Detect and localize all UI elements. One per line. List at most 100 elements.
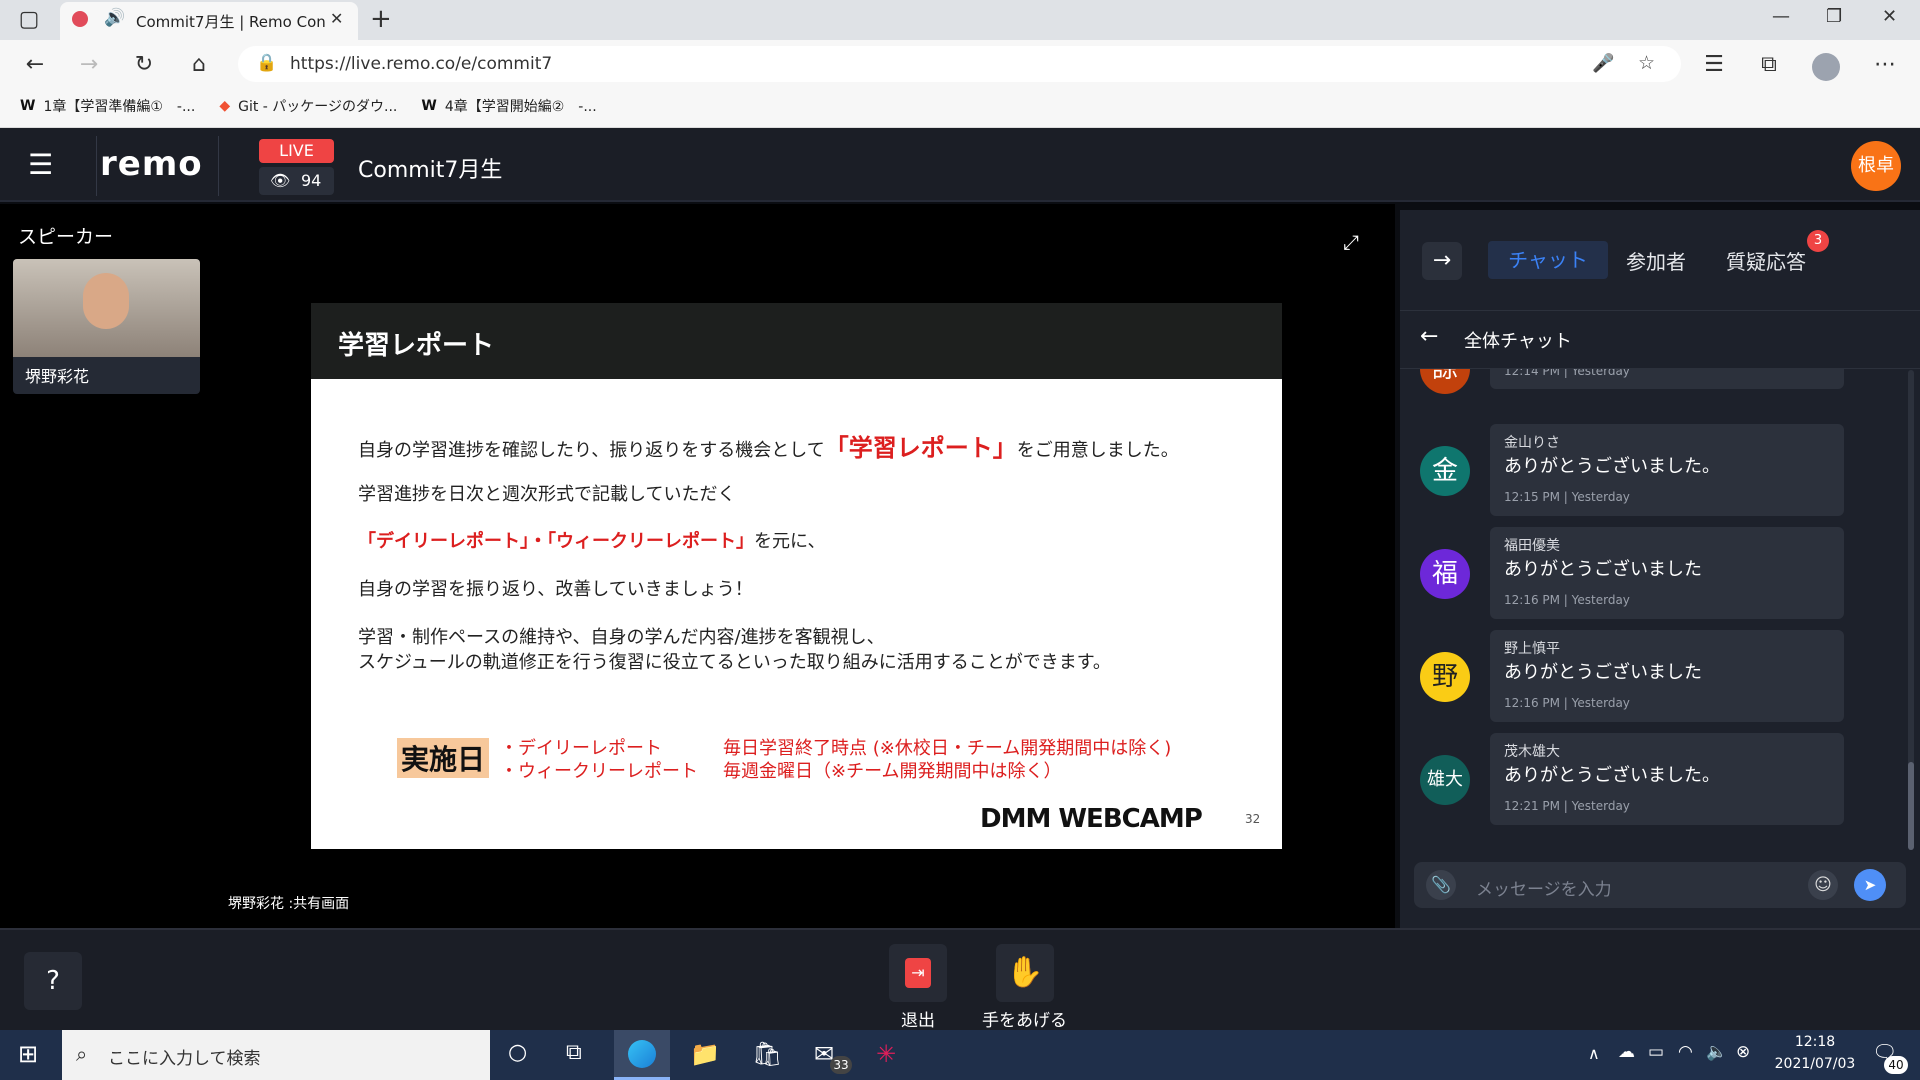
slide-line-3: 「デイリーレポート」・「ウィークリーレポート」を元に、 bbox=[358, 527, 825, 553]
raise-hand-button[interactable]: ✋ bbox=[996, 944, 1054, 1002]
collections-icon[interactable]: ⧉ bbox=[1750, 46, 1788, 84]
tab-participants[interactable]: 参加者 bbox=[1626, 246, 1686, 275]
tab-chat[interactable]: チャット bbox=[1488, 241, 1608, 279]
emoji-icon[interactable]: ☺ bbox=[1808, 870, 1838, 900]
tab-actions-icon[interactable]: ▢ bbox=[10, 1, 48, 39]
browser-tab[interactable]: 🔊 Commit7月生 | Remo Conference ✕ bbox=[60, 2, 358, 40]
clock-date[interactable]: 2021/07/03 bbox=[1764, 1056, 1866, 1072]
message-bubble: 福田優美 ありがとうございました 12:16 PM | Yesterday bbox=[1490, 527, 1844, 619]
favorites-list-icon[interactable]: ☰ bbox=[1695, 46, 1733, 84]
attachment-icon[interactable]: 📎 bbox=[1426, 870, 1456, 900]
message-time: 12:15 PM | Yesterday bbox=[1504, 490, 1630, 504]
volume-icon[interactable]: 🔈 bbox=[1706, 1042, 1727, 1062]
message-bubble: 野上慎平 ありがとうございました 12:16 PM | Yesterday bbox=[1490, 630, 1844, 722]
bookmark-1[interactable]: W 1章【学習準備編① -... bbox=[20, 96, 195, 116]
tray-chevron-icon[interactable]: ∧ bbox=[1588, 1044, 1600, 1063]
viewer-count: 👁 94 bbox=[259, 167, 334, 195]
sender-avatar: 福 bbox=[1420, 549, 1470, 599]
chat-header: 全体チャット bbox=[1464, 331, 1572, 352]
message-sender: 金山りさ bbox=[1504, 435, 1560, 451]
file-explorer-icon[interactable]: 📁 bbox=[690, 1040, 720, 1068]
control-footer bbox=[0, 928, 1920, 1030]
bookmark-2[interactable]: ◆ Git - パッケージのダウ... bbox=[219, 96, 397, 116]
leave-button[interactable]: ⇥ bbox=[889, 944, 947, 1002]
taskbar-search-input[interactable]: ここに入力して検索 bbox=[108, 1044, 261, 1069]
windows-start-icon[interactable]: ⊞ bbox=[18, 1040, 38, 1068]
collapse-arrow-icon[interactable]: → bbox=[1422, 242, 1462, 280]
message-sender: 茂木雄大 bbox=[1504, 744, 1560, 760]
slide-line-1: 自身の学習進捗を確認したり、振り返りをする機会として「学習レポート」をご用意しま… bbox=[358, 428, 1179, 463]
help-icon[interactable]: ? bbox=[24, 952, 82, 1010]
slack-icon[interactable]: ✳ bbox=[876, 1040, 896, 1068]
eye-icon: 👁 bbox=[270, 171, 291, 190]
more-menu-icon[interactable]: ⋯ bbox=[1866, 46, 1904, 84]
message-input[interactable]: メッセージを入力 bbox=[1476, 875, 1612, 900]
slide-header: 学習レポート bbox=[311, 303, 1282, 379]
favorite-star-icon[interactable]: ☆ bbox=[1638, 52, 1655, 74]
back-arrow-icon[interactable]: ← bbox=[1420, 324, 1438, 349]
refresh-icon[interactable]: ↻ bbox=[125, 46, 163, 84]
tab-qa[interactable]: 質疑応答 bbox=[1726, 246, 1806, 275]
store-icon[interactable]: 🛍 bbox=[752, 1040, 782, 1068]
blocked-icon[interactable]: ⊗ bbox=[1736, 1042, 1750, 1062]
viewer-count-value: 94 bbox=[301, 171, 322, 190]
back-icon[interactable]: ← bbox=[16, 46, 54, 84]
speaker-video-card[interactable]: 堺野彩花 bbox=[13, 259, 200, 394]
divider bbox=[96, 136, 97, 196]
chat-scrollbar-thumb[interactable] bbox=[1908, 762, 1914, 850]
speaker-name: 堺野彩花 bbox=[25, 367, 90, 386]
bookmark-label: 4章【学習開始編② -... bbox=[444, 99, 597, 115]
slide-text: 自身の学習進捗を確認したり、振り返りをする機会として bbox=[358, 440, 825, 461]
onedrive-icon[interactable]: ☁ bbox=[1618, 1042, 1635, 1062]
battery-icon[interactable]: ▭ bbox=[1648, 1042, 1664, 1062]
speaker-icon[interactable]: 🔊 bbox=[104, 8, 125, 28]
bookmark-label: 1章【学習準備編① -... bbox=[43, 99, 196, 115]
url-field[interactable]: 🔒 https://live.remo.co/e/commit7 🎤 ☆ bbox=[238, 46, 1681, 82]
mail-badge: 33 bbox=[830, 1056, 852, 1074]
taskbar-search[interactable]: ⌕ ここに入力して検索 bbox=[62, 1030, 490, 1080]
event-title: Commit7月生 bbox=[358, 158, 503, 183]
message-text: ありがとうございました bbox=[1504, 662, 1702, 683]
remo-logo: remo bbox=[100, 144, 203, 184]
message-text: ありがとうございました bbox=[1504, 559, 1702, 580]
home-icon[interactable]: ⌂ bbox=[180, 46, 218, 84]
message-text: ありがとうございました。 bbox=[1504, 765, 1720, 786]
message-text: ありがとうございました。 bbox=[1504, 456, 1720, 477]
edge-icon bbox=[628, 1040, 656, 1068]
minimize-icon[interactable]: — bbox=[1772, 6, 1790, 27]
message-input-box[interactable]: 📎 メッセージを入力 ☺ ➤ bbox=[1414, 862, 1906, 908]
notification-count: 40 bbox=[1884, 1056, 1908, 1074]
slide-text: を元に、 bbox=[754, 531, 826, 552]
qa-badge: 3 bbox=[1807, 230, 1829, 252]
send-icon[interactable]: ➤ bbox=[1854, 869, 1886, 901]
forward-icon[interactable]: → bbox=[70, 46, 108, 84]
schedule-item-2: ・ウィークリーレポート bbox=[500, 761, 698, 782]
profile-icon[interactable] bbox=[1812, 53, 1840, 81]
microphone-icon[interactable]: 🎤 bbox=[1592, 53, 1614, 74]
close-tab-icon[interactable]: ✕ bbox=[330, 9, 343, 28]
new-tab-icon[interactable]: + bbox=[370, 4, 392, 34]
chat-messages[interactable]: 諒 12:14 PM | Yesterday 金 金山りさ ありがとうございまし… bbox=[1400, 369, 1910, 859]
window-close-icon[interactable]: ✕ bbox=[1882, 6, 1897, 27]
user-avatar[interactable]: 根卓 bbox=[1851, 141, 1901, 191]
wiki-icon: W bbox=[20, 98, 36, 114]
search-icon: ⌕ bbox=[76, 1042, 88, 1066]
cortana-icon[interactable]: ○ bbox=[508, 1040, 527, 1065]
clock-time[interactable]: 12:18 bbox=[1770, 1034, 1860, 1050]
taskbar-edge[interactable] bbox=[614, 1030, 670, 1080]
bookmark-3[interactable]: W 4章【学習開始編② -... bbox=[421, 96, 596, 116]
task-view-icon[interactable]: ⧉ bbox=[566, 1040, 582, 1065]
share-caption: 堺野彩花 :共有画面 bbox=[228, 896, 350, 912]
hamburger-menu-icon[interactable]: ☰ bbox=[28, 148, 53, 181]
hand-icon: ✋ bbox=[1006, 955, 1044, 990]
divider bbox=[1400, 310, 1920, 311]
fullscreen-icon[interactable]: ⤢ bbox=[1343, 230, 1359, 254]
schedule-label: 実施日 bbox=[397, 738, 490, 778]
wifi-icon[interactable]: ◠ bbox=[1678, 1042, 1693, 1062]
maximize-icon[interactable]: ❐ bbox=[1826, 6, 1842, 27]
slide-emphasis: 「デイリーレポート」・「ウィークリーレポート」 bbox=[358, 531, 754, 552]
sender-avatar: 金 bbox=[1420, 446, 1470, 496]
wiki-icon: W bbox=[421, 98, 437, 114]
url-text: https://live.remo.co/e/commit7 bbox=[290, 54, 553, 74]
live-badge: LIVE bbox=[259, 139, 334, 163]
